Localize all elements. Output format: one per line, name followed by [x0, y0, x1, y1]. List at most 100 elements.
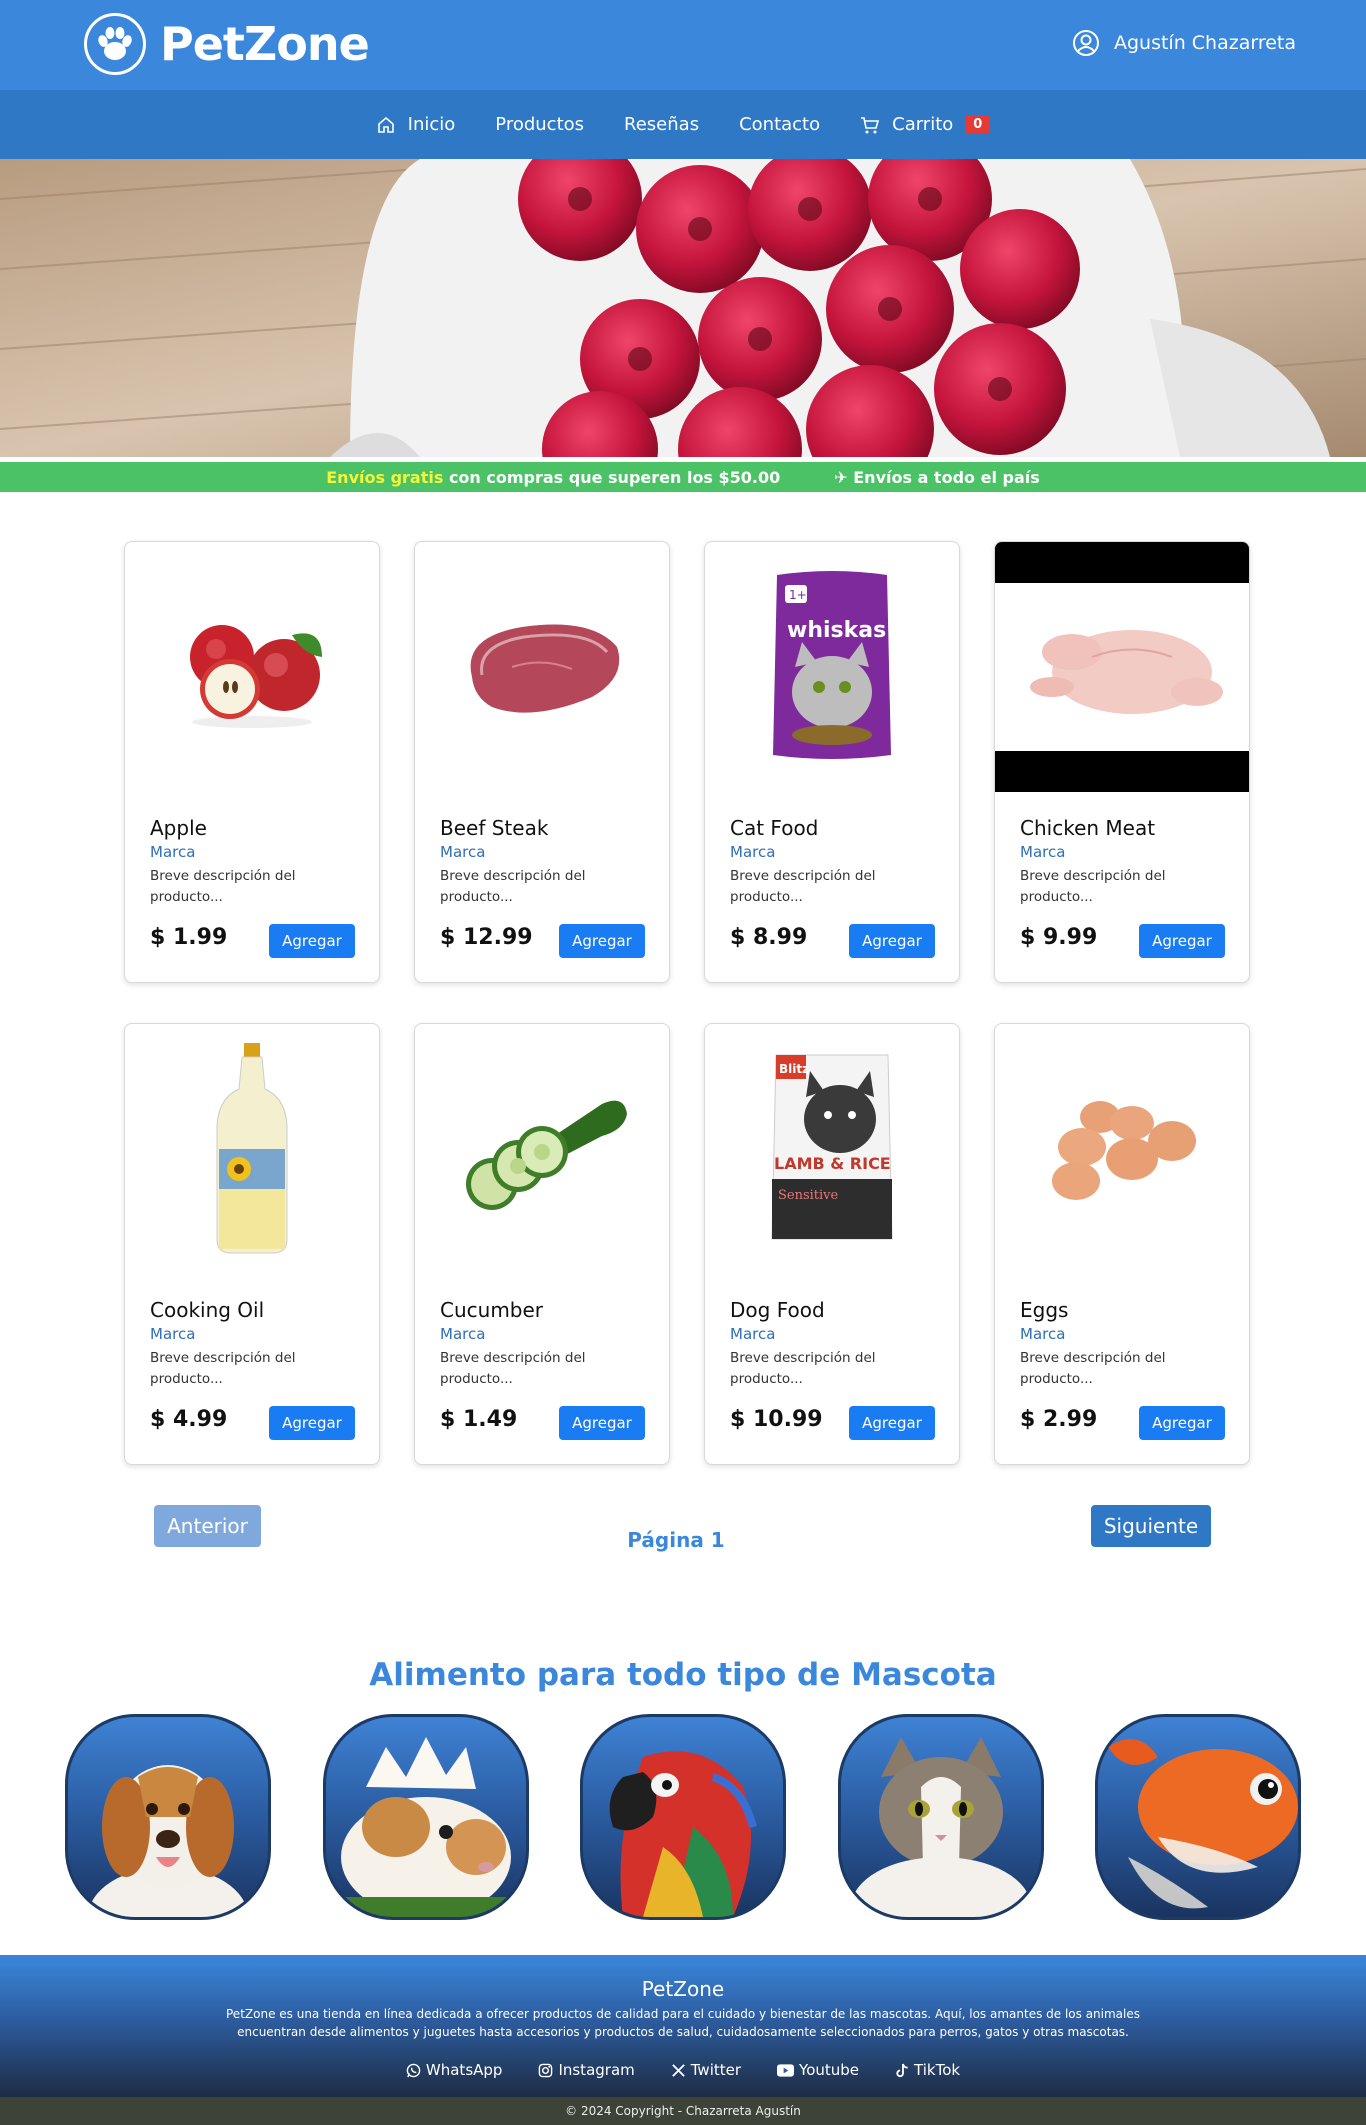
social-link-youtube[interactable]: Youtube	[777, 2061, 859, 2079]
add-to-cart-button[interactable]: Agregar	[269, 1406, 355, 1440]
product-card[interactable]: Cucumber Marca Breve descripción del pro…	[414, 1023, 670, 1465]
pets-row	[65, 1714, 1301, 1920]
parrot-image[interactable]	[580, 1714, 786, 1920]
product-price: $ 9.99	[1020, 925, 1098, 950]
product-card[interactable]: 1+ whiskas Cat Food Marca Breve descripc…	[704, 541, 960, 983]
product-price: $ 4.99	[150, 1407, 228, 1432]
hero-carousel[interactable]	[0, 159, 1366, 457]
instagram-icon	[539, 2063, 553, 2077]
cart-icon	[861, 116, 880, 133]
whatsapp-icon	[406, 2063, 421, 2077]
x-twitter-icon	[671, 2063, 685, 2077]
cooking-oil-image	[125, 1024, 379, 1274]
nav-item-carrito[interactable]: Carrito 0	[860, 114, 991, 135]
product-name: Apple	[150, 816, 207, 840]
add-to-cart-button[interactable]: Agregar	[1139, 924, 1225, 958]
pets-section-title: Alimento para todo tipo de Mascota	[369, 1657, 997, 1693]
whiskas-label: whiskas	[787, 618, 886, 643]
cat-image[interactable]	[837, 1714, 1044, 1920]
nationwide-shipping-text: ✈ Envíos a todo el país	[834, 467, 1040, 487]
product-description: Breve descripción del producto...	[440, 868, 586, 905]
nav-item-resenas[interactable]: Reseñas	[624, 114, 699, 135]
product-name: Cooking Oil	[150, 1298, 265, 1322]
nav-label: Carrito	[892, 114, 954, 135]
product-brand: Marca	[440, 1325, 486, 1343]
goldfish-image[interactable]	[1095, 1714, 1301, 1920]
product-price: $ 8.99	[730, 925, 808, 950]
product-price: $ 2.99	[1020, 1407, 1098, 1432]
social-link-twitter[interactable]: Twitter	[671, 2061, 741, 2079]
chicken-meat-image	[995, 542, 1249, 792]
main-nav: Inicio Productos Reseñas Contacto Carrit…	[0, 90, 1366, 159]
product-price: $ 12.99	[440, 925, 533, 950]
footer-title: PetZone	[641, 1977, 725, 2001]
product-brand: Marca	[730, 1325, 776, 1343]
nav-label: Reseñas	[624, 114, 700, 135]
footer: PetZone PetZone es una tienda en línea d…	[0, 1955, 1366, 2097]
add-to-cart-button[interactable]: Agregar	[1139, 1406, 1225, 1440]
product-description: Breve descripción del producto...	[440, 1350, 586, 1387]
product-name: Beef Steak	[440, 816, 549, 840]
social-label: Instagram	[558, 2061, 635, 2079]
user-menu[interactable]: Agustín Chazarreta	[1072, 29, 1296, 57]
logo[interactable]: PetZone	[84, 13, 370, 75]
dog-image[interactable]	[65, 1714, 271, 1920]
user-name: Agustín Chazarreta	[1113, 32, 1296, 54]
nav-label: Contacto	[739, 114, 821, 135]
product-grid: Apple Marca Breve descripción del produc…	[124, 541, 1250, 1465]
product-card[interactable]: Eggs Marca Breve descripción del product…	[994, 1023, 1250, 1465]
social-link-whatsapp[interactable]: WhatsApp	[406, 2061, 503, 2079]
add-to-cart-button[interactable]: Agregar	[849, 924, 935, 958]
add-to-cart-button[interactable]: Agregar	[849, 1406, 935, 1440]
guinea-pig-image[interactable]	[322, 1714, 529, 1920]
product-card[interactable]: Chicken Meat Marca Breve descripción del…	[994, 541, 1250, 983]
shipping-banner: Envíos gratis con compras que superen lo…	[0, 462, 1366, 492]
free-shipping-text: con compras que superen los $50.00	[443, 467, 781, 487]
cart-count-badge: 0	[965, 115, 991, 134]
cucumber-image	[415, 1024, 669, 1274]
nav-label: Inicio	[407, 114, 456, 135]
product-card[interactable]: Cooking Oil Marca Breve descripción del …	[124, 1023, 380, 1465]
product-description: Breve descripción del producto...	[730, 1350, 876, 1387]
social-label: Twitter	[690, 2061, 742, 2079]
social-label: WhatsApp	[425, 2061, 503, 2079]
product-brand: Marca	[440, 843, 486, 861]
product-name: Cucumber	[440, 1298, 544, 1322]
svg-text:1+: 1+	[789, 588, 807, 602]
product-brand: Marca	[730, 843, 776, 861]
product-description: Breve descripción del producto...	[1020, 868, 1166, 905]
nav-item-productos[interactable]: Productos	[495, 114, 584, 135]
apple-image	[125, 542, 379, 792]
nav-item-inicio[interactable]: Inicio	[376, 114, 456, 135]
product-card[interactable]: Apple Marca Breve descripción del produc…	[124, 541, 380, 983]
previous-page-button[interactable]: Anterior	[154, 1505, 261, 1547]
social-link-instagram[interactable]: Instagram	[538, 2061, 635, 2079]
product-price: $ 10.99	[730, 1407, 823, 1432]
next-page-button[interactable]: Siguiente	[1091, 1505, 1211, 1547]
page-indicator: Página 1	[627, 1528, 725, 1552]
add-to-cart-button[interactable]: Agregar	[269, 924, 355, 958]
footer-description: PetZone es una tienda en línea dedicada …	[226, 2007, 1140, 2039]
nav-item-contacto[interactable]: Contacto	[739, 114, 820, 135]
product-name: Chicken Meat	[1020, 816, 1156, 840]
social-link-tiktok[interactable]: TikTok	[895, 2061, 960, 2079]
home-icon	[377, 116, 394, 133]
product-price: $ 1.49	[440, 1407, 518, 1432]
product-card[interactable]: Beef Steak Marca Breve descripción del p…	[414, 541, 670, 983]
cat-food-image: 1+ whiskas	[705, 542, 959, 792]
youtube-icon	[777, 2063, 795, 2077]
add-to-cart-button[interactable]: Agregar	[559, 924, 645, 958]
logo-text: PetZone	[160, 17, 370, 71]
product-brand: Marca	[1020, 843, 1066, 861]
product-description: Breve descripción del producto...	[150, 1350, 296, 1387]
add-to-cart-button[interactable]: Agregar	[559, 1406, 645, 1440]
tiktok-icon	[896, 2063, 908, 2077]
product-name: Eggs	[1020, 1298, 1069, 1322]
product-name: Dog Food	[730, 1298, 825, 1322]
lamb-rice-label: LAMB & RICE	[774, 1154, 891, 1173]
header: PetZone Agustín Chazarreta	[0, 0, 1366, 90]
social-label: Youtube	[799, 2061, 860, 2079]
user-icon	[1072, 30, 1099, 56]
product-card[interactable]: Blitz LAMB & RICE Sensitive Dog Food Mar…	[704, 1023, 960, 1465]
eggs-image	[995, 1024, 1249, 1274]
